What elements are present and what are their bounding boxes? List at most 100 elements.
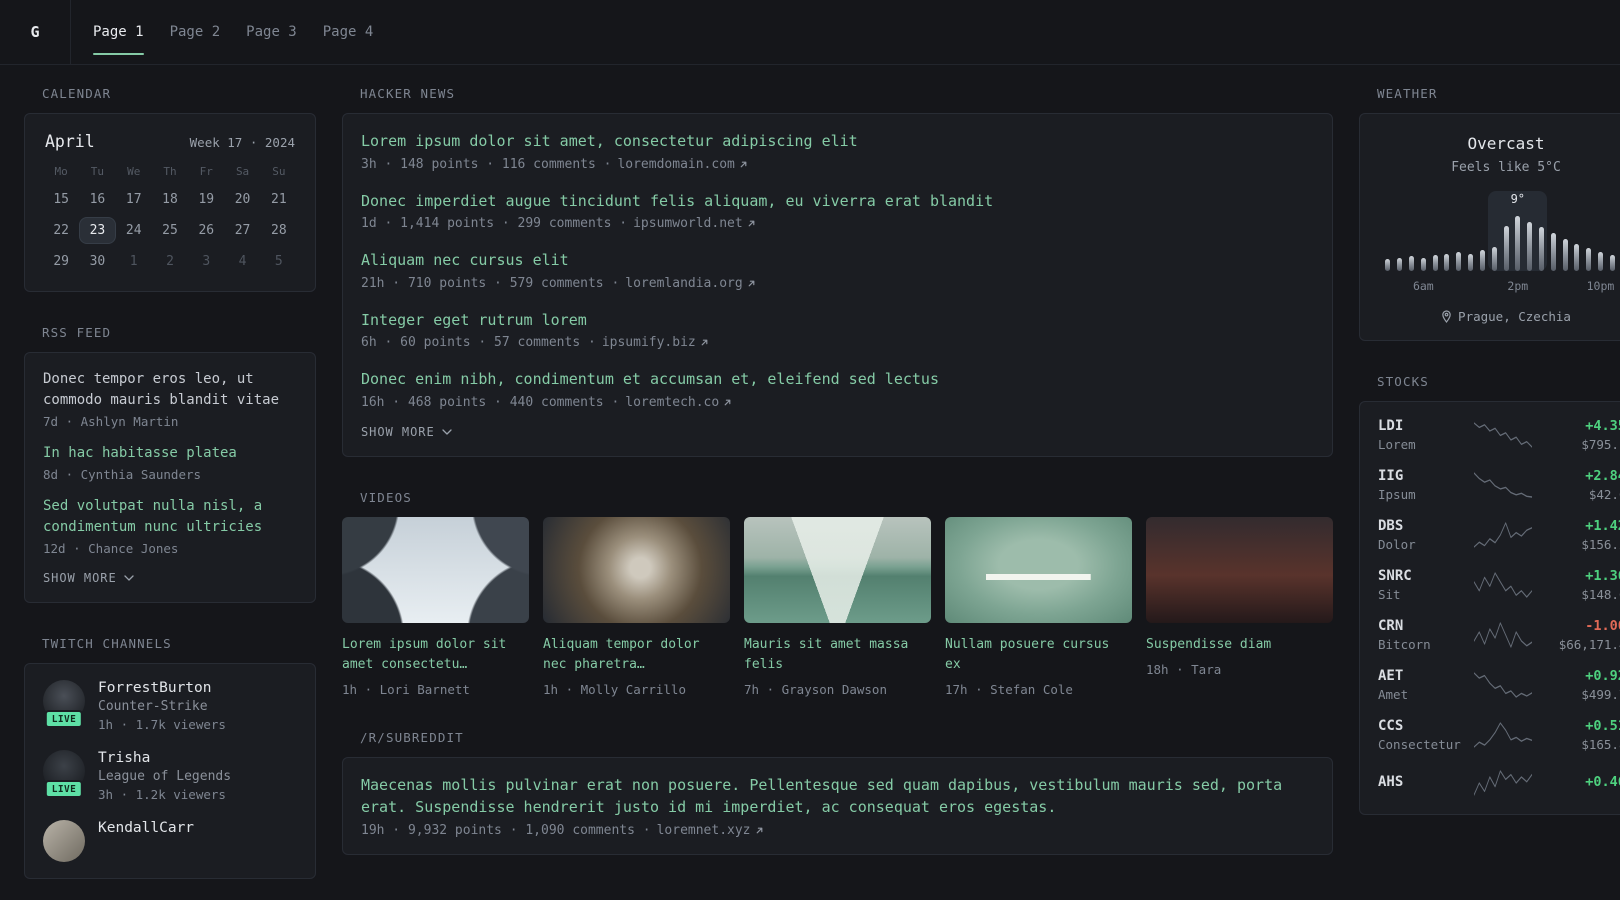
weather-bar [1595,213,1607,271]
weather-bar [1417,213,1429,271]
rss-show-more-button[interactable]: SHOW MORE [43,571,134,585]
rss-widget: RSS FEED Donec tempor eros leo, ut commo… [24,325,316,603]
tab-page-2[interactable]: Page 2 [170,18,221,46]
calendar-day[interactable]: 29 [43,248,79,275]
calendar-day[interactable]: 3 [188,248,224,275]
channel-name[interactable]: ForrestBurton [98,680,226,696]
channel-name[interactable]: KendallCarr [98,820,194,836]
tab-page-1[interactable]: Page 1 [93,18,144,55]
post-domain-link[interactable]: loremnet.xyz [657,823,765,838]
calendar-day[interactable]: 26 [188,217,224,244]
video-thumbnail-canoe-on-lake[interactable] [945,516,1132,623]
stock-symbol[interactable]: AHS [1378,774,1464,790]
video-title[interactable]: Aliquam tempor dolor nec pharetra… [543,635,730,675]
calendar-day[interactable]: 22 [43,217,79,244]
post-meta: 19h · 9,932 points · 1,090 comments · lor… [361,823,1314,838]
post-title[interactable]: Aliquam nec cursus elit [361,249,1314,272]
video-title[interactable]: Suspendisse diam [1146,635,1333,655]
stocks-card: LDI Lorem +4.35% $795.18 IIG Ipsum +2.84% $42.0… [1359,401,1620,815]
weather-bar [1547,213,1559,271]
calendar-day[interactable]: 28 [261,217,297,244]
post-title[interactable]: Maecenas mollis pulvinar erat non posuer… [361,774,1314,819]
calendar-day[interactable]: 25 [152,217,188,244]
stock-row: SNRC Sit +1.36% $148.64 [1378,568,1620,602]
calendar-day[interactable]: 24 [116,217,152,244]
calendar-day[interactable]: 30 [79,248,115,275]
chevron-down-icon [124,575,134,581]
post-domain-link[interactable]: loremlandia.org [625,276,756,291]
post-domain-link[interactable]: ipsumworld.net [633,216,757,231]
stock-symbol[interactable]: CRN [1378,618,1464,634]
app-logo[interactable]: G [0,0,71,64]
post-title[interactable]: Lorem ipsum dolor sit amet, consectetur … [361,130,1314,153]
video-title[interactable]: Mauris sit amet massa felis [744,635,931,675]
weekday-label: Tu [90,165,105,178]
calendar-day-today[interactable]: 23 [79,217,116,244]
calendar-day[interactable]: 18 [152,186,188,213]
post-domain-link[interactable]: ipsumify.biz [602,335,710,350]
weather-bars [1382,213,1620,271]
stock-row: AET Amet +0.92% $499.72 [1378,668,1620,702]
videos-row: Lorem ipsum dolor sit amet consectetu… 1h… [342,516,1333,697]
calendar-day[interactable]: 17 [116,186,152,213]
rss-item-title[interactable]: Sed volutpat nulla nisl, a condimentum n… [43,496,297,538]
avatar[interactable] [43,820,85,862]
post-domain-link[interactable]: loremtech.co [625,395,733,410]
rss-item-title[interactable]: In hac habitasse platea [43,443,297,464]
post-meta: 6h · 60 points · 57 comments · ipsumify.b… [361,335,1314,350]
stock-price: $499.72 [1581,687,1620,702]
tab-page-3[interactable]: Page 3 [246,18,297,46]
stock-id: CRN Bitcorn [1378,618,1464,652]
stock-symbol[interactable]: LDI [1378,418,1464,434]
weather-bar [1477,213,1489,271]
rss-item-title[interactable]: Donec tempor eros leo, ut commodo mauris… [43,369,297,411]
calendar-day[interactable]: 5 [261,248,297,275]
stock-symbol[interactable]: AET [1378,668,1464,684]
stock-row: AHS +0.46% [1378,768,1620,798]
calendar-week-year: Week 17 · 2024 [189,135,295,150]
video-thumbnail-concrete-towers-sky[interactable] [342,516,529,623]
weather-bar [1500,213,1512,271]
video-thumbnail-boat-wake-sea[interactable] [744,516,931,623]
post-meta-text: 1d · 1,414 points · 299 comments · [361,216,628,231]
calendar-day[interactable]: 19 [188,186,224,213]
video-meta: 1h · Lori Barnett [342,681,470,697]
post-title[interactable]: Integer eget rutrum lorem [361,309,1314,332]
weather-bar [1429,213,1441,271]
calendar-day[interactable]: 27 [224,217,260,244]
video-thumbnail-dark-red-figure[interactable] [1146,516,1333,623]
stock-sparkline [1474,722,1532,748]
stock-name: Bitcorn [1378,637,1431,652]
tab-page-4[interactable]: Page 4 [323,18,374,46]
calendar-day[interactable]: 2 [152,248,188,275]
weather-time-label: 2pm [1507,279,1529,293]
post-title[interactable]: Donec enim nibh, condimentum et accumsan… [361,368,1314,391]
video-thumbnail-hands-holding-camera[interactable] [543,516,730,623]
stock-symbol[interactable]: SNRC [1378,568,1464,584]
calendar-day[interactable]: 20 [224,186,260,213]
stock-symbol[interactable]: DBS [1378,518,1464,534]
live-badge: LIVE [44,710,84,728]
hackernews-show-more-button[interactable]: SHOW MORE [361,425,452,439]
channel-name[interactable]: Trisha [98,750,231,766]
post-domain-link[interactable]: loremdomain.com [617,157,748,172]
stock-symbol[interactable]: IIG [1378,468,1464,484]
rss-item-meta: 8d · Cynthia Saunders [43,467,202,482]
weather-location: Prague, Czechia [1458,309,1571,324]
calendar-day[interactable]: 4 [224,248,260,275]
stock-name: Ipsum [1378,487,1416,502]
calendar-grid: 15 16 17 18 19 20 21 22 23 24 25 26 27 28 29 30 1 2 3 4 5 [43,186,297,275]
calendar-day[interactable]: 21 [261,186,297,213]
video-title[interactable]: Nullam posuere cursus ex [945,635,1132,675]
channel-game: Counter-Strike [98,699,208,714]
calendar-day[interactable]: 15 [43,186,79,213]
video-title[interactable]: Lorem ipsum dolor sit amet consectetu… [342,635,529,675]
stock-symbol[interactable]: CCS [1378,718,1464,734]
calendar-day[interactable]: 16 [79,186,115,213]
post-meta: 3h · 148 points · 116 comments · loremdom… [361,157,1314,172]
post-meta-text: 16h · 468 points · 440 comments · [361,394,620,410]
calendar-day[interactable]: 1 [116,248,152,275]
video-meta: 18h · Tara [1146,661,1222,677]
weekday-label: Th [163,165,177,178]
post-title[interactable]: Donec imperdiet augue tincidunt felis al… [361,190,1314,213]
